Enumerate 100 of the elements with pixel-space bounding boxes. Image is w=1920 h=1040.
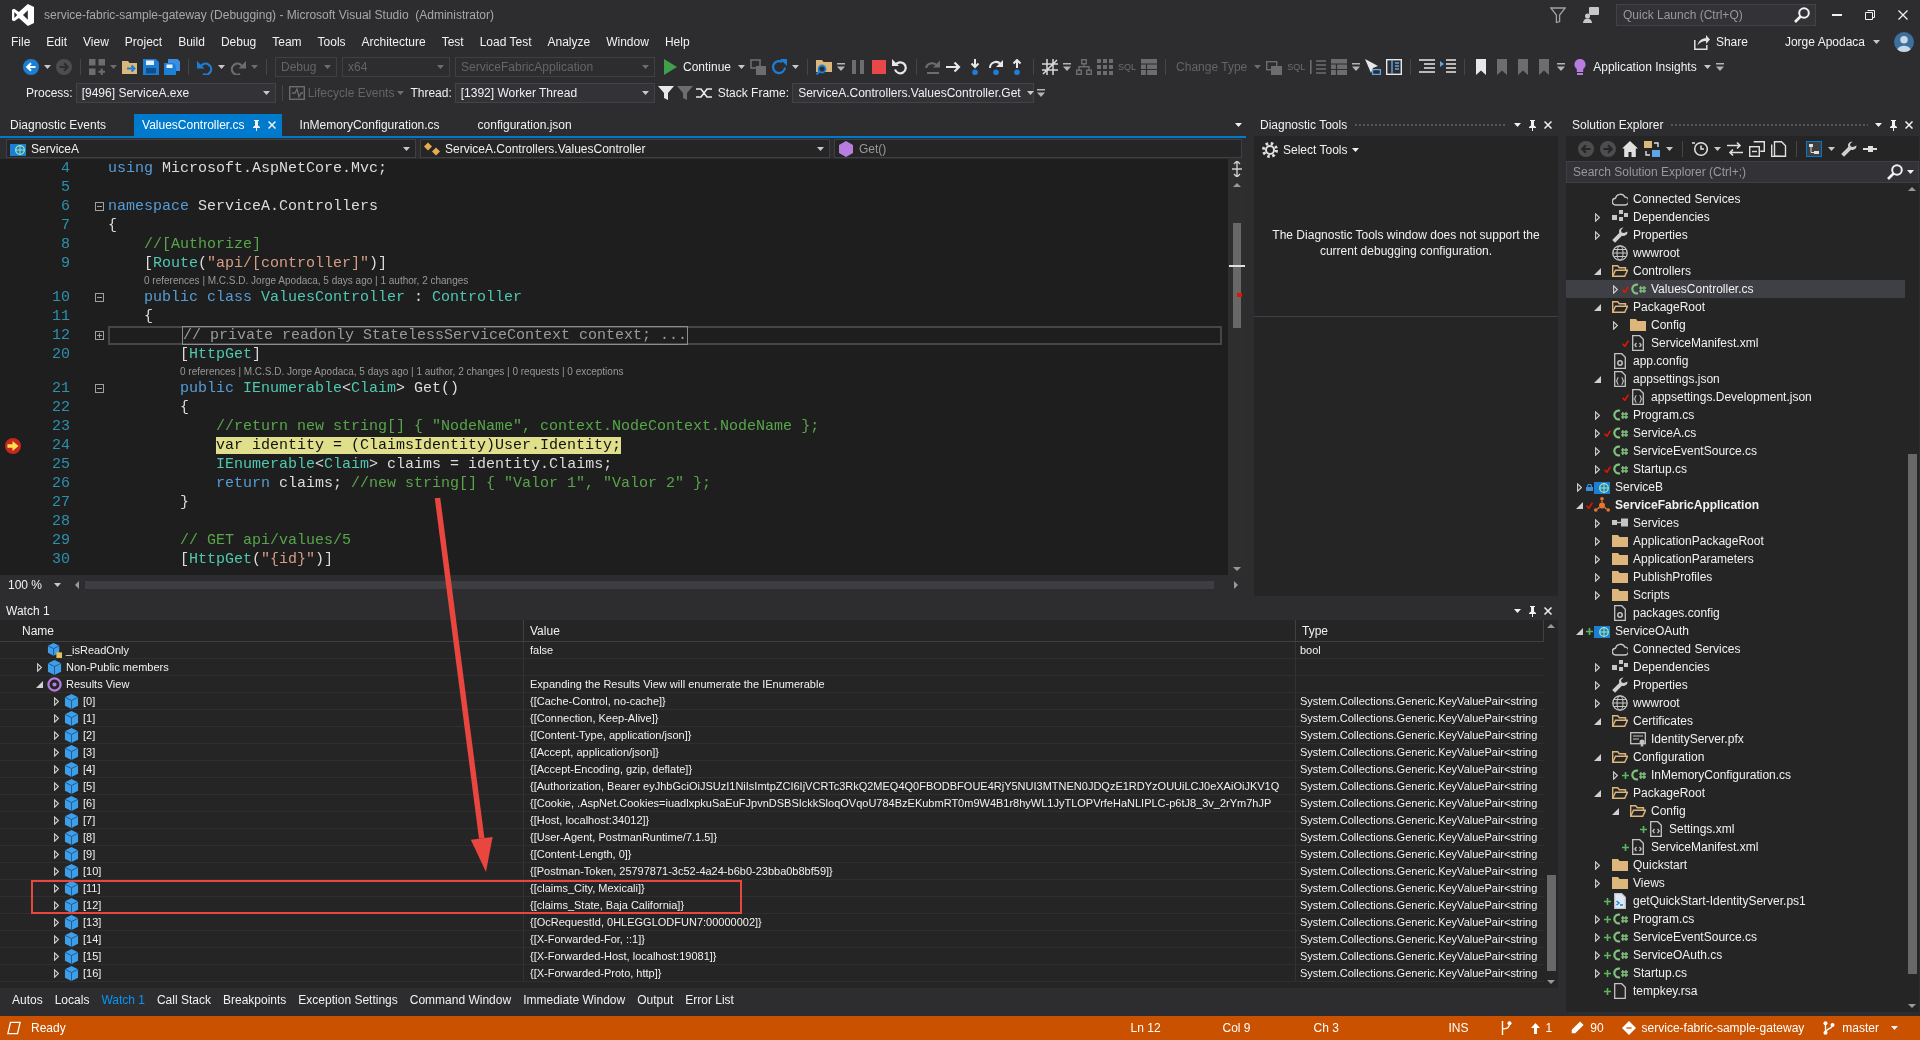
member-dropdown[interactable]: Get(): [834, 139, 1242, 158]
caret-icon[interactable]: [792, 64, 800, 69]
close-icon[interactable]: [1544, 607, 1552, 615]
overflow-icon[interactable]: [1715, 62, 1724, 71]
tool-window-tab[interactable]: Error List: [679, 993, 740, 1007]
collapsed-arrow-icon[interactable]: [54, 900, 59, 910]
project-dropdown[interactable]: ServiceA: [6, 139, 416, 158]
scrollbar-thumb[interactable]: [1233, 223, 1241, 328]
scrollbar-thumb[interactable]: [1546, 875, 1556, 971]
collapsed-arrow-icon[interactable]: [1594, 914, 1600, 924]
repository-name[interactable]: service-fabric-sample-gateway: [1641, 1020, 1805, 1036]
menu-item[interactable]: Test: [433, 31, 472, 52]
collapsed-arrow-icon[interactable]: [37, 662, 42, 672]
scroll-right-icon[interactable]: [1234, 580, 1238, 589]
caret-icon[interactable]: [262, 90, 270, 95]
pin-icon[interactable]: [1528, 605, 1537, 617]
avatar-icon[interactable]: [1894, 31, 1914, 52]
refresh-icon[interactable]: [771, 58, 788, 75]
undo-icon[interactable]: [197, 58, 213, 75]
collapsed-arrow-icon[interactable]: [1594, 428, 1600, 438]
expanded-arrow-icon[interactable]: [1611, 807, 1619, 815]
search-field[interactable]: Search Solution Explorer (Ctrl+;): [1566, 161, 1919, 183]
tree-item[interactable]: getQuickStart-IdentityServer.ps1: [1566, 892, 1905, 910]
swap-squares-icon[interactable]: [1644, 140, 1660, 157]
scroll-down-icon[interactable]: [1547, 980, 1555, 984]
collapse-icon[interactable]: [95, 384, 104, 393]
tree-item[interactable]: Connected Services: [1566, 190, 1905, 208]
close-icon[interactable]: [1905, 121, 1913, 129]
stop-icon[interactable]: [871, 58, 888, 75]
tree-item[interactable]: appsettings.json: [1566, 370, 1905, 388]
collapsed-arrow-icon[interactable]: [1594, 968, 1600, 978]
collapsed-arrow-icon[interactable]: [1612, 320, 1618, 330]
funnel-icon[interactable]: [1550, 7, 1566, 23]
caret-icon[interactable]: [1907, 170, 1914, 174]
menu-item[interactable]: File: [3, 31, 39, 52]
document-tab[interactable]: Diagnostic Events: [0, 114, 135, 136]
feedback-icon[interactable]: [1583, 7, 1599, 23]
expanded-arrow-icon[interactable]: [1593, 789, 1601, 797]
menu-item[interactable]: Help: [656, 31, 698, 52]
tree-item[interactable]: PackageRoot: [1566, 784, 1905, 802]
collapsed-arrow-icon[interactable]: [1594, 878, 1600, 888]
double-arrow-icon[interactable]: [1229, 161, 1245, 177]
account-name[interactable]: Jorge Apodaca: [1784, 34, 1865, 49]
sync-icon[interactable]: [1727, 140, 1743, 157]
close-icon[interactable]: [1544, 121, 1552, 129]
menu-item[interactable]: Project: [116, 31, 171, 52]
restart-icon[interactable]: [892, 58, 909, 75]
expanded-arrow-icon[interactable]: [36, 680, 43, 688]
tree-item[interactable]: Certificates: [1566, 712, 1905, 730]
menu-item[interactable]: Tools: [309, 31, 354, 52]
collapsed-arrow-icon[interactable]: [1576, 482, 1582, 492]
caret-icon[interactable]: [738, 64, 746, 69]
filter-icon[interactable]: [657, 84, 674, 101]
tree-item[interactable]: ServiceB: [1566, 478, 1905, 496]
collapsed-arrow-icon[interactable]: [1594, 950, 1600, 960]
caret-icon[interactable]: [218, 64, 225, 69]
collapsed-arrow-icon[interactable]: [54, 968, 59, 978]
pin-icon[interactable]: [1528, 119, 1537, 131]
collapsed-arrow-icon[interactable]: [1594, 518, 1600, 528]
menu-item[interactable]: Debug: [212, 31, 265, 52]
collapsed-arrow-icon[interactable]: [1594, 410, 1600, 420]
save-icon[interactable]: [143, 58, 159, 75]
caret-icon[interactable]: [1666, 146, 1673, 151]
scroll-up-icon[interactable]: [1547, 624, 1555, 628]
search-icon[interactable]: [1794, 7, 1810, 23]
scroll-down-icon[interactable]: [1908, 1004, 1916, 1008]
tool-window-tab[interactable]: Breakpoints: [217, 993, 293, 1007]
collapsed-arrow-icon[interactable]: [1594, 860, 1600, 870]
tree-item[interactable]: Config: [1566, 316, 1905, 334]
tree-item[interactable]: tempkey.rsa: [1566, 982, 1905, 1000]
document-tab[interactable]: InMemoryConfiguration.cs: [289, 114, 468, 136]
collapsed-arrow-icon[interactable]: [54, 798, 59, 808]
menu-item[interactable]: Load Test: [471, 31, 540, 52]
collapsed-arrow-icon[interactable]: [1594, 698, 1600, 708]
expanded-arrow-icon[interactable]: [1593, 375, 1601, 383]
tree-item[interactable]: Scripts: [1566, 586, 1905, 604]
tree-item[interactable]: Controllers: [1566, 262, 1905, 280]
collapsed-arrow-icon[interactable]: [54, 696, 59, 706]
collapsed-arrow-icon[interactable]: [54, 730, 59, 740]
share-button[interactable]: Share: [1693, 33, 1748, 50]
scroll-up-icon[interactable]: [1908, 187, 1916, 191]
document-tab[interactable]: configuration.json: [467, 114, 600, 136]
curved-arrow-dot-icon[interactable]: [988, 58, 1005, 75]
caret-icon[interactable]: [641, 90, 649, 95]
table-icon[interactable]: [1141, 58, 1158, 75]
tree-item[interactable]: appsettings.Development.json: [1566, 388, 1905, 406]
tree-item[interactable]: IdentityServer.pfx: [1566, 730, 1905, 748]
changes-count[interactable]: 90: [1590, 1020, 1604, 1036]
indent-icon[interactable]: [1419, 58, 1436, 75]
column-header[interactable]: Value: [524, 620, 1296, 641]
tree-item[interactable]: packages.config: [1566, 604, 1905, 622]
scroll-up-icon[interactable]: [1233, 183, 1241, 187]
tree-item[interactable]: ServiceOAuth: [1566, 622, 1905, 640]
pin-icon[interactable]: [1889, 119, 1898, 131]
type-dropdown[interactable]: ServiceA.Controllers.ValuesController: [420, 139, 830, 158]
scroll-down-icon[interactable]: [1233, 567, 1241, 571]
tree-item[interactable]: Settings.xml: [1566, 820, 1905, 838]
tree-item[interactable]: Properties: [1566, 226, 1905, 244]
codelens-text[interactable]: 0 references | M.C.S.D. Jorge Apodaca, 5 days ago | 1 author, 2 changes | 0 requests | 0 exceptions: [180, 366, 624, 377]
menu-item[interactable]: Edit: [38, 31, 76, 52]
